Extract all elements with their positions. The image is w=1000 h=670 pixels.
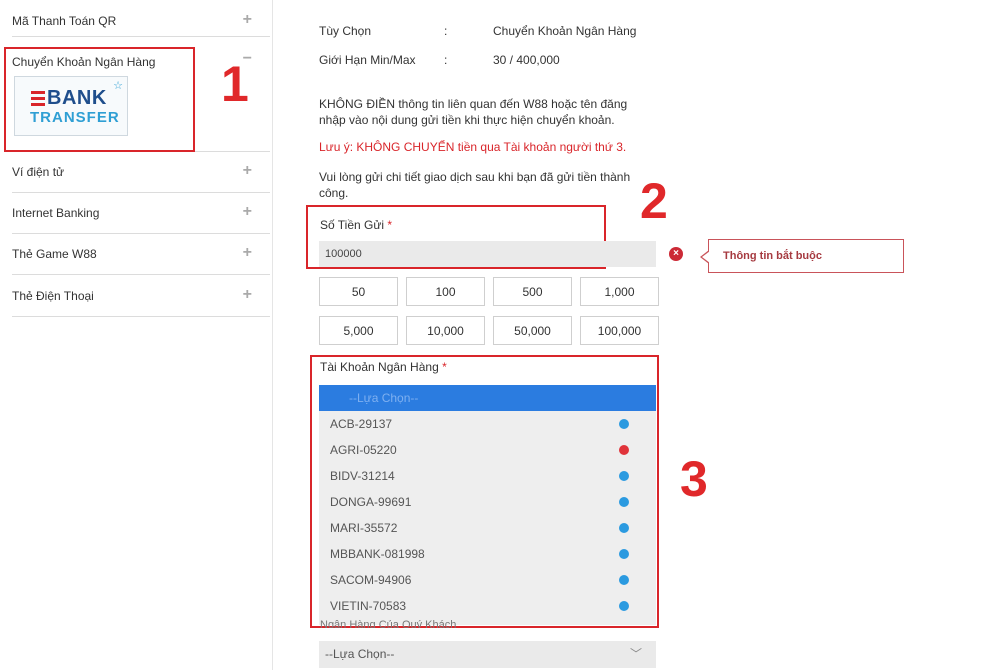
option-label: AGRI-05220: [330, 443, 397, 457]
quick-amount-button[interactable]: 50: [319, 277, 398, 306]
highlight-box-1: [4, 47, 195, 152]
bank-account-dropdown-list[interactable]: --Lựa Chọn-- ACB-29137 AGRI-05220 BIDV-3…: [319, 385, 656, 625]
chevron-down-icon: ﹀: [629, 647, 642, 661]
sidebar-item-qr[interactable]: Mã Thanh Toán QR +: [12, 6, 270, 37]
plus-icon: +: [242, 162, 252, 179]
quick-amount-button[interactable]: 100: [406, 277, 485, 306]
option-label: MBBANK-081998: [330, 547, 425, 561]
sender-bank-label: Ngân Hàng Của Quý Khách: [320, 620, 457, 628]
plus-icon: +: [242, 244, 252, 261]
option-label: MARI-35572: [330, 521, 398, 535]
third-party-warning: Lưu ý: KHÔNG CHUYỂN tiền qua Tài khoản n…: [319, 140, 627, 154]
limit-label: Giới Hạn Min/Max: [319, 53, 416, 67]
option-separator: :: [444, 24, 448, 38]
sender-bank-select[interactable]: --Lựa Chọn-- ﹀: [319, 641, 656, 668]
required-mark: *: [442, 360, 447, 374]
bank-account-option[interactable]: AGRI-05220: [319, 437, 656, 463]
option-value: Chuyển Khoản Ngân Hàng: [493, 24, 637, 38]
sidebar-item-e-wallet[interactable]: Ví điện tử +: [12, 151, 270, 193]
annotation-number-2: 2: [640, 173, 668, 229]
notice-line: nhập vào nội dung gửi tiền khi thực hiện…: [319, 113, 615, 127]
notice-text: KHÔNG ĐIỀN thông tin liên quan đến W88 h…: [319, 96, 627, 128]
sidebar-item-label: Internet Banking: [12, 206, 100, 220]
quick-amount-button[interactable]: 1,000: [580, 277, 659, 306]
bank-account-label-text: Tài Khoản Ngân Hàng: [320, 360, 439, 374]
status-dot-icon: [619, 497, 629, 507]
limit-value: 30 / 400,000: [493, 53, 560, 67]
status-dot-icon: [619, 471, 629, 481]
status-dot-icon: [619, 419, 629, 429]
sidebar-item-label: Thẻ Điện Thoại: [12, 289, 94, 303]
option-label: SACOM-94906: [330, 573, 412, 587]
option-label: Tùy Chọn: [319, 24, 372, 38]
quick-amount-button[interactable]: 100,000: [580, 316, 659, 345]
select-value: --Lựa Chọn--: [325, 647, 395, 661]
status-dot-icon: [619, 549, 629, 559]
required-mark: *: [387, 218, 393, 232]
instruction-text: Vui lòng gửi chi tiết giao dịch sau khi …: [319, 169, 630, 201]
quick-amount-button[interactable]: 5,000: [319, 316, 398, 345]
amount-label-text: Số Tiền Gửi: [320, 218, 385, 232]
dropdown-placeholder-option[interactable]: --Lựa Chọn--: [319, 385, 656, 411]
option-label: BIDV-31214: [330, 469, 395, 483]
quick-amount-button[interactable]: 50,000: [493, 316, 572, 345]
sidebar-item-game-card[interactable]: Thẻ Game W88 +: [12, 233, 270, 275]
bank-account-option[interactable]: MBBANK-081998: [319, 541, 656, 567]
bank-account-option[interactable]: DONGA-99691: [319, 489, 656, 515]
sidebar-item-label: Ví điện tử: [12, 165, 65, 179]
limit-separator: :: [444, 53, 448, 67]
plus-icon: +: [242, 11, 252, 28]
status-dot-icon: [619, 523, 629, 533]
instruction-line: công.: [319, 186, 349, 200]
sidebar-item-label: Thẻ Game W88: [12, 247, 97, 261]
bank-account-option[interactable]: MARI-35572: [319, 515, 656, 541]
amount-label: Số Tiền Gửi *: [320, 218, 392, 232]
quick-amount-button[interactable]: 10,000: [406, 316, 485, 345]
plus-icon: +: [242, 286, 252, 303]
error-icon: ×: [669, 247, 683, 261]
option-label: ACB-29137: [330, 417, 393, 431]
instruction-line: Vui lòng gửi chi tiết giao dịch sau khi …: [319, 170, 631, 184]
notice-line: KHÔNG ĐIỀN thông tin liên quan đến W88 h…: [319, 97, 628, 111]
status-dot-icon: [619, 445, 629, 455]
bank-account-option[interactable]: SACOM-94906: [319, 567, 656, 593]
sidebar-item-label: Mã Thanh Toán QR: [12, 14, 117, 28]
status-dot-icon: [619, 575, 629, 585]
quick-amount-button[interactable]: 500: [493, 277, 572, 306]
bank-account-label: Tài Khoản Ngân Hàng *: [320, 360, 447, 374]
bank-account-option[interactable]: BIDV-31214: [319, 463, 656, 489]
bank-account-option[interactable]: ACB-29137: [319, 411, 656, 437]
option-label: VIETIN-70583: [330, 599, 407, 613]
bank-account-option[interactable]: VIETIN-70583: [319, 593, 656, 619]
plus-icon: +: [242, 203, 252, 220]
sidebar-item-internet-banking[interactable]: Internet Banking +: [12, 192, 270, 234]
option-label: DONGA-99691: [330, 495, 412, 509]
sidebar-item-phone-card[interactable]: Thẻ Điện Thoại +: [12, 274, 270, 317]
required-error-tooltip: Thông tin bắt buộc: [700, 239, 904, 273]
status-dot-icon: [619, 601, 629, 611]
amount-input[interactable]: [319, 241, 656, 267]
annotation-number-1: 1: [221, 56, 249, 112]
annotation-number-3: 3: [680, 451, 708, 507]
